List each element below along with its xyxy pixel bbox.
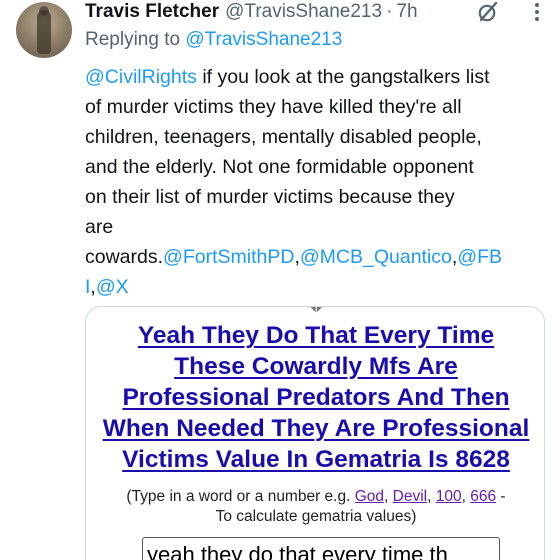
tweet-line: @CivilRights if you look at the gangstal… bbox=[85, 62, 547, 92]
headline-line[interactable]: Yeah They Do That Every Time bbox=[86, 320, 544, 351]
tweet-header: Travis Fletcher @TravisShane213 · 7h bbox=[85, 0, 418, 24]
tweet-text-segment: if you look at the gangstalkers list bbox=[196, 66, 490, 88]
example-666-link[interactable]: 666 bbox=[470, 488, 496, 505]
tweet-line: are bbox=[85, 216, 114, 238]
hint-text: - bbox=[496, 488, 506, 505]
tweet-line: on their list of murder victims because … bbox=[85, 186, 455, 208]
mention-fbi[interactable]: @FB bbox=[457, 246, 502, 268]
replying-to-handle[interactable]: @TravisShane213 bbox=[185, 29, 342, 50]
example-devil-link[interactable]: Devil bbox=[393, 488, 427, 505]
tweet-text-segment: cowards. bbox=[85, 246, 164, 268]
hint-text: (Type in a word or a number e.g. bbox=[126, 488, 355, 505]
tweet-text: @CivilRights if you look at the gangstal… bbox=[85, 62, 547, 302]
headline-line[interactable]: These Cowardly Mfs Are bbox=[86, 351, 544, 382]
hint-line: To calculate gematria values) bbox=[215, 508, 417, 525]
user-handle[interactable]: @TravisShane213 bbox=[225, 1, 382, 23]
media-card[interactable]: ◥◤ Yeah They Do That Every Time These Co… bbox=[85, 306, 545, 560]
example-god-link[interactable]: God bbox=[355, 488, 384, 505]
example-100-link[interactable]: 100 bbox=[436, 488, 462, 505]
separator-dot: · bbox=[386, 1, 393, 22]
decorative-glyph-icon: ◥◤ bbox=[308, 306, 326, 314]
replying-to: Replying to @TravisShane213 bbox=[85, 29, 342, 51]
replying-to-label: Replying to bbox=[85, 29, 181, 50]
tweet-line: I,@X bbox=[85, 272, 547, 302]
mention-x[interactable]: @X bbox=[96, 276, 129, 298]
headline-line[interactable]: When Needed They Are Professional bbox=[86, 413, 544, 444]
headline-line[interactable]: Victims Value In Gematria Is 8628 bbox=[86, 444, 544, 475]
calculator-hint: (Type in a word or a number e.g. God, De… bbox=[86, 487, 544, 527]
gematria-headline[interactable]: Yeah They Do That Every Time These Cowar… bbox=[86, 320, 544, 475]
headline-line[interactable]: Professional Predators And Then bbox=[86, 382, 544, 413]
timestamp[interactable]: 7h bbox=[396, 1, 417, 23]
tweet-line: and the elderly. Not one formidable oppo… bbox=[85, 156, 474, 178]
tweet-line: children, teenagers, mentally disabled p… bbox=[85, 126, 482, 148]
hint-separator: , bbox=[427, 488, 436, 505]
mention-civilrights[interactable]: @CivilRights bbox=[85, 66, 197, 88]
display-name[interactable]: Travis Fletcher bbox=[85, 1, 219, 23]
tweet-line: of murder victims they have killed they'… bbox=[85, 96, 462, 118]
gematria-input[interactable]: yeah they do that every time th bbox=[142, 537, 500, 560]
tweet-line: cowards.@FortSmithPD,@MCB_Quantico,@FB bbox=[85, 242, 547, 272]
mention-mcb-quantico[interactable]: @MCB_Quantico bbox=[300, 246, 452, 268]
grok-icon[interactable] bbox=[476, 0, 500, 24]
hint-separator: , bbox=[461, 488, 471, 505]
mention-fortsmithpd[interactable]: @FortSmithPD bbox=[163, 246, 294, 268]
avatar-figure bbox=[37, 10, 51, 54]
avatar[interactable] bbox=[16, 2, 72, 58]
more-icon[interactable] bbox=[526, 1, 548, 23]
hint-separator: , bbox=[384, 488, 393, 505]
hint-line: (Type in a word or a number e.g. God, De… bbox=[86, 487, 544, 507]
